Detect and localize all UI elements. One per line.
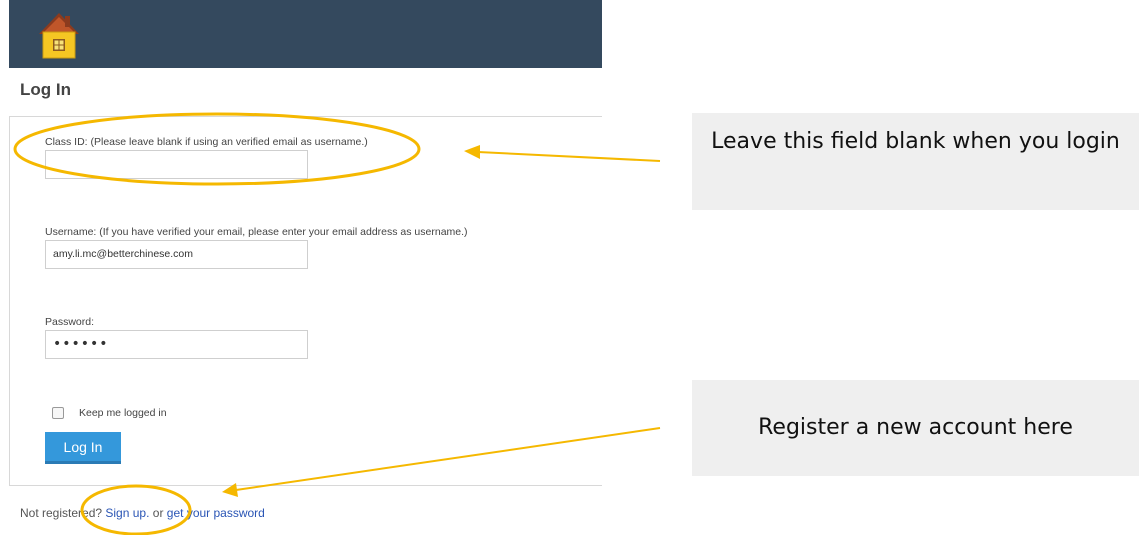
keep-logged-in-label[interactable]: Keep me logged in [79,407,167,419]
username-input[interactable]: amy.li.mc@betterchinese.com [45,240,308,269]
class-id-input[interactable] [45,150,308,179]
sign-up-link[interactable]: Sign up. [105,506,149,520]
login-button[interactable]: Log In [45,432,121,464]
or-text: or [152,506,164,520]
keep-logged-in-checkbox[interactable] [52,407,64,419]
callout-class-id-text: Leave this field blank when you login [711,129,1120,154]
not-registered-text: Not registered? [20,506,103,520]
username-label: Username: (If you have verified your ema… [45,226,468,238]
page-title: Log In [20,80,71,99]
class-id-label: Class ID: (Please leave blank if using a… [45,136,368,148]
footer-links: Not registered? Sign up. or get your pas… [20,506,265,520]
callout-register: Register a new account here [692,380,1139,476]
callout-class-id: Leave this field blank when you login [692,113,1139,210]
password-label: Password: [45,316,95,328]
callout-register-text: Register a new account here [758,415,1073,440]
get-password-link[interactable]: get your password [167,506,265,520]
password-input[interactable]: •••••• [45,330,308,359]
home-icon[interactable] [37,10,81,62]
app-header [9,0,602,68]
